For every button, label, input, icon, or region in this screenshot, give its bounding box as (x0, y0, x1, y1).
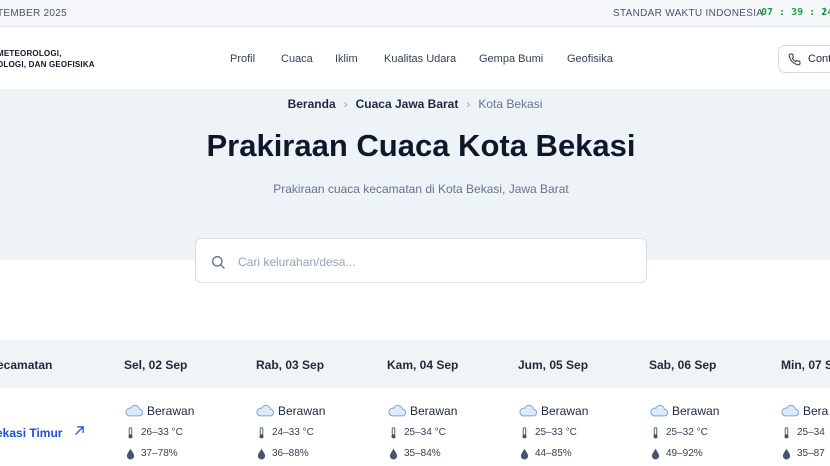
external-link-arrow-icon[interactable] (74, 425, 85, 436)
cloud-icon (256, 404, 275, 417)
breadcrumb-cuaca-jawa-barat[interactable]: Cuaca Jawa Barat (356, 97, 459, 111)
humidity-range: 35–84% (404, 448, 441, 459)
thermometer-icon (391, 427, 396, 439)
weather-condition: Berawan (278, 404, 326, 418)
thermometer-icon (128, 427, 133, 439)
weather-condition: Berawan (410, 404, 458, 418)
forecast-cell: Berawan 26–33 °C 37–78% (124, 402, 244, 466)
forecast-cell: Berawan 25–33 °C 44–85% (518, 402, 638, 466)
top-status-bar: TEMBER 2025 STANDAR WAKTU INDONESIA 07 :… (0, 0, 830, 27)
humidity-drop-icon (782, 448, 791, 460)
cloud-icon (125, 404, 144, 417)
nav-item-geofisika[interactable]: Geofisika (567, 53, 613, 65)
breadcrumb-beranda[interactable]: Beranda (288, 97, 336, 111)
temperature-range: 26–33 °C (141, 427, 183, 438)
column-header-kecamatan: ecamatan (0, 358, 53, 372)
weather-condition: Berawan (672, 404, 720, 418)
kecamatan-link[interactable]: ekasi Timur (0, 426, 62, 440)
weather-condition: Berawan (147, 404, 195, 418)
column-header-day: Sab, 06 Sep (649, 358, 717, 372)
search-input[interactable] (238, 252, 618, 271)
nav-item-profil[interactable]: Profil (230, 53, 255, 65)
live-clock: 07 : 39 : 24 (761, 7, 830, 18)
nav-item-cuaca[interactable]: Cuaca (281, 53, 313, 65)
chevron-right-icon: › (466, 97, 471, 111)
brand-name[interactable]: METEOROLOGI, OLOGI, DAN GEOFISIKA (0, 48, 95, 70)
forecast-cell: Bera 25–34 35–87 (780, 402, 830, 466)
temperature-range: 25–34 °C (404, 427, 446, 438)
humidity-range: 49–92% (666, 448, 703, 459)
site-header: METEOROLOGI, OLOGI, DAN GEOFISIKA Profil… (0, 28, 830, 90)
humidity-drop-icon (126, 448, 135, 460)
humidity-range: 36–88% (272, 448, 309, 459)
forecast-cell: Berawan 25–32 °C 49–92% (649, 402, 769, 466)
topbar-separator: / (823, 7, 826, 18)
hero-section: Beranda › Cuaca Jawa Barat › Kota Bekasi Pra… (0, 90, 830, 260)
thermometer-icon (784, 427, 789, 439)
humidity-drop-icon (389, 448, 398, 460)
page-subtitle: Prakiraan cuaca kecamatan di Kota Bekasi… (273, 182, 569, 196)
temperature-range: 25–33 °C (535, 427, 577, 438)
breadcrumb: Beranda › Cuaca Jawa Barat › Kota Bekasi (0, 97, 830, 111)
page-title: Prakiraan Cuaca Kota Bekasi (206, 128, 636, 163)
column-header-day: Sel, 02 Sep (124, 358, 188, 372)
column-header-day: Jum, 05 Sep (518, 358, 589, 372)
temperature-range: 24–33 °C (272, 427, 314, 438)
search-icon (212, 255, 225, 269)
column-header-day: Rab, 03 Sep (256, 358, 325, 372)
nav-item-gempa-bumi[interactable]: Gempa Bumi (479, 53, 543, 65)
nav-item-kualitas-udara[interactable]: Kualitas Udara (384, 53, 456, 65)
contact-label: Cont (808, 53, 830, 65)
humidity-drop-icon (257, 448, 266, 460)
humidity-drop-icon (520, 448, 529, 460)
contact-button[interactable]: Cont (778, 45, 830, 73)
nav-item-iklim[interactable]: Iklim (335, 53, 358, 65)
phone-icon (788, 53, 801, 66)
temperature-range: 25–34 (797, 427, 825, 438)
brand-line-2: OLOGI, DAN GEOFISIKA (0, 60, 95, 69)
cloud-icon (650, 404, 669, 417)
weather-condition: Berawan (541, 404, 589, 418)
forecast-table-header: ecamatan Sel, 02 Sep Rab, 03 Sep Kam, 04… (0, 340, 830, 388)
chevron-right-icon: › (343, 97, 348, 111)
forecast-cell: Berawan 25–34 °C 35–84% (387, 402, 507, 466)
humidity-range: 35–87 (797, 448, 825, 459)
breadcrumb-current: Kota Bekasi (478, 97, 543, 111)
column-header-day: Kam, 04 Sep (387, 358, 459, 372)
thermometer-icon (259, 427, 264, 439)
search-box (195, 238, 647, 283)
cloud-icon (781, 404, 800, 417)
timezone-label: STANDAR WAKTU INDONESIA (613, 8, 764, 19)
cloud-icon (519, 404, 538, 417)
humidity-range: 44–85% (535, 448, 572, 459)
brand-line-1: METEOROLOGI, (0, 49, 62, 58)
humidity-range: 37–78% (141, 448, 178, 459)
forecast-cell: Berawan 24–33 °C 36–88% (255, 402, 375, 466)
cloud-icon (388, 404, 407, 417)
weather-condition: Bera (803, 404, 829, 418)
thermometer-icon (522, 427, 527, 439)
thermometer-icon (653, 427, 658, 439)
current-date: TEMBER 2025 (0, 8, 67, 19)
temperature-range: 25–32 °C (666, 427, 708, 438)
column-header-day: Min, 07 S (781, 358, 830, 372)
humidity-drop-icon (651, 448, 660, 460)
